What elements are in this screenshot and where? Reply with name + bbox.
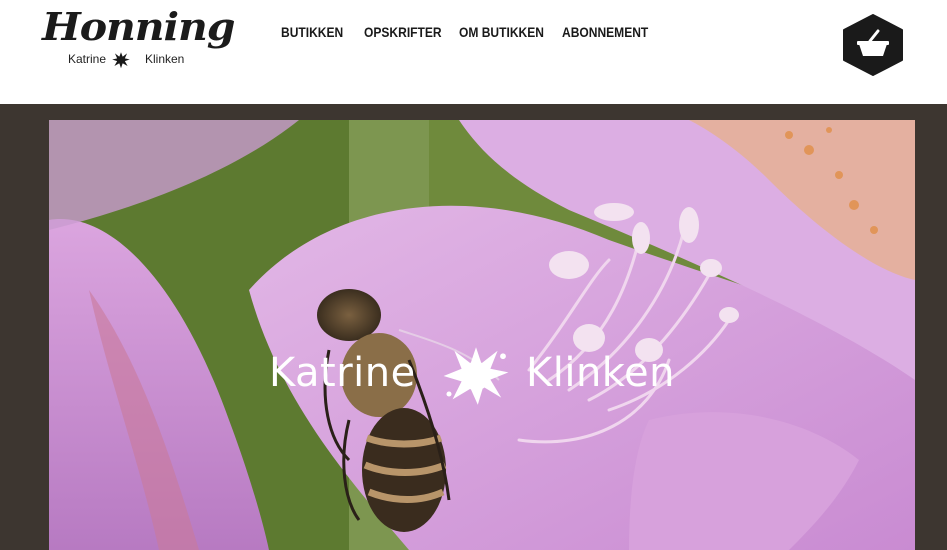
basket-icon (843, 14, 903, 76)
nav-item-butikken[interactable]: BUTIKKEN (281, 24, 343, 40)
nav-item-abonnement[interactable]: ABONNEMENT (562, 24, 648, 40)
hero-brand: Katrine Klinken (269, 346, 709, 406)
hero-photo (49, 120, 915, 550)
hero-banner: Katrine Klinken (49, 120, 915, 550)
splat-icon (112, 52, 130, 69)
site-logo[interactable]: Honning Katrine Klinken (42, 4, 235, 70)
logo-title: Honning (42, 4, 235, 49)
logo-sub-right: Klinken (145, 52, 185, 66)
nav-item-opskrifter[interactable]: OPSKRIFTER (364, 24, 442, 40)
logo-sub-left: Katrine (68, 52, 107, 66)
hero-brand-right: Klinken (526, 350, 676, 396)
site-header: Honning Katrine Klinken BUTIKKEN OPSKRIF… (0, 0, 947, 104)
nav-item-om-butikken[interactable]: OM BUTIKKEN (459, 24, 544, 40)
hero-brand-left: Katrine (269, 350, 416, 396)
splat-icon (443, 347, 509, 405)
cart-button[interactable] (840, 14, 906, 76)
logo-subtitle: Katrine Klinken (68, 52, 208, 69)
